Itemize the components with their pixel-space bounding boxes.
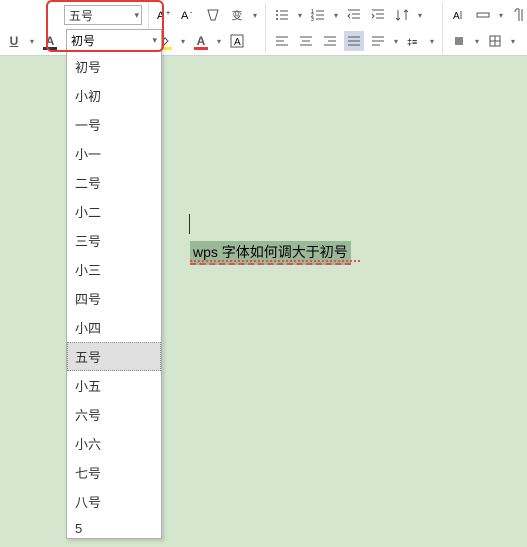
font-color-button[interactable]: A (40, 31, 60, 51)
increase-indent-icon[interactable] (368, 5, 388, 25)
text-color-button[interactable]: A (191, 31, 211, 51)
font-size-option[interactable]: 四号 (67, 284, 161, 313)
bullets-icon[interactable] (272, 5, 292, 25)
chevron-down-icon[interactable]: ▾ (497, 11, 505, 20)
chevron-down-icon[interactable]: ▾ (416, 11, 424, 20)
chevron-down-icon[interactable]: ▾ (392, 37, 400, 46)
chevron-down-icon[interactable]: ▾ (509, 37, 517, 46)
align-center-icon[interactable] (296, 31, 316, 51)
decrease-indent-icon[interactable] (344, 5, 364, 25)
svg-text:‡≡: ‡≡ (407, 37, 417, 47)
font-size-value: 五号 (69, 7, 93, 24)
font-size-option[interactable]: 五号 (67, 342, 161, 371)
font-size-option[interactable]: 小六 (67, 429, 161, 458)
chevron-down-icon[interactable]: ▾ (332, 11, 340, 20)
chevron-down-icon: ▾ (134, 10, 139, 21)
justify-icon[interactable] (344, 31, 364, 51)
chevron-down-icon: ▾ (152, 35, 157, 46)
svg-text:A: A (453, 11, 460, 22)
font-size-input-value: 初号 (71, 32, 95, 49)
distribute-icon[interactable] (368, 31, 388, 51)
font-size-option[interactable]: 小五 (67, 371, 161, 400)
font-size-option[interactable]: 小四 (67, 313, 161, 342)
chevron-down-icon[interactable]: ▾ (251, 11, 259, 20)
text-cursor (189, 214, 190, 234)
font-size-option[interactable]: 5 (67, 516, 161, 539)
ruler-icon[interactable] (473, 5, 493, 25)
svg-text:3: 3 (311, 17, 314, 23)
numbering-icon[interactable]: 123 (308, 5, 328, 25)
chevron-down-icon[interactable]: ▾ (428, 37, 436, 46)
font-size-selector[interactable]: 五号 ▾ (64, 5, 142, 25)
font-size-option[interactable]: 二号 (67, 168, 161, 197)
underline-button[interactable]: U (4, 31, 24, 51)
align-left-icon[interactable] (272, 31, 292, 51)
align-right-icon[interactable] (320, 31, 340, 51)
font-size-option[interactable]: 初号 (67, 52, 161, 81)
font-size-option[interactable]: 小初 (67, 81, 161, 110)
shading-icon[interactable] (449, 31, 469, 51)
font-size-option[interactable]: 七号 (67, 458, 161, 487)
text-direction-icon[interactable]: A (449, 5, 469, 25)
font-size-option[interactable]: 一号 (67, 110, 161, 139)
font-size-list: 初号小初一号小一二号小二三号小三四号小四五号小五六号小六七号八号55.56.57… (67, 52, 161, 539)
font-size-option[interactable]: 六号 (67, 400, 161, 429)
svg-text:A: A (234, 37, 241, 48)
chevron-down-icon[interactable]: ▾ (179, 37, 187, 46)
font-size-option[interactable]: 小一 (67, 139, 161, 168)
sort-icon[interactable] (392, 5, 412, 25)
chevron-down-icon[interactable]: ▾ (28, 37, 36, 46)
borders-icon[interactable] (485, 31, 505, 51)
svg-text:-: - (190, 10, 193, 17)
chevron-down-icon[interactable]: ▾ (473, 37, 481, 46)
font-size-dropdown: 初号 ▾ 初号小初一号小一二号小二三号小三四号小四五号小五六号小六七号八号55.… (66, 29, 162, 539)
paragraph-icon[interactable] (509, 5, 527, 25)
decrease-font-icon[interactable]: A- (179, 5, 199, 25)
font-size-option[interactable]: 八号 (67, 487, 161, 516)
chevron-down-icon[interactable]: ▾ (296, 11, 304, 20)
phonetic-guide-icon[interactable]: 变 (227, 5, 247, 25)
svg-text:+: + (166, 10, 170, 17)
spellcheck-underline (190, 260, 360, 262)
line-spacing-icon[interactable]: ‡≡ (404, 31, 424, 51)
svg-text:A: A (181, 10, 189, 22)
char-border-icon[interactable]: A (227, 31, 247, 51)
font-size-input[interactable]: 初号 ▾ (67, 30, 161, 52)
increase-font-icon[interactable]: A+ (155, 5, 175, 25)
clear-format-icon[interactable] (203, 5, 223, 25)
font-size-option[interactable]: 小三 (67, 255, 161, 284)
chevron-down-icon[interactable]: ▾ (215, 37, 223, 46)
svg-text:A: A (157, 10, 165, 22)
font-size-option[interactable]: 小二 (67, 197, 161, 226)
font-size-option[interactable]: 三号 (67, 226, 161, 255)
